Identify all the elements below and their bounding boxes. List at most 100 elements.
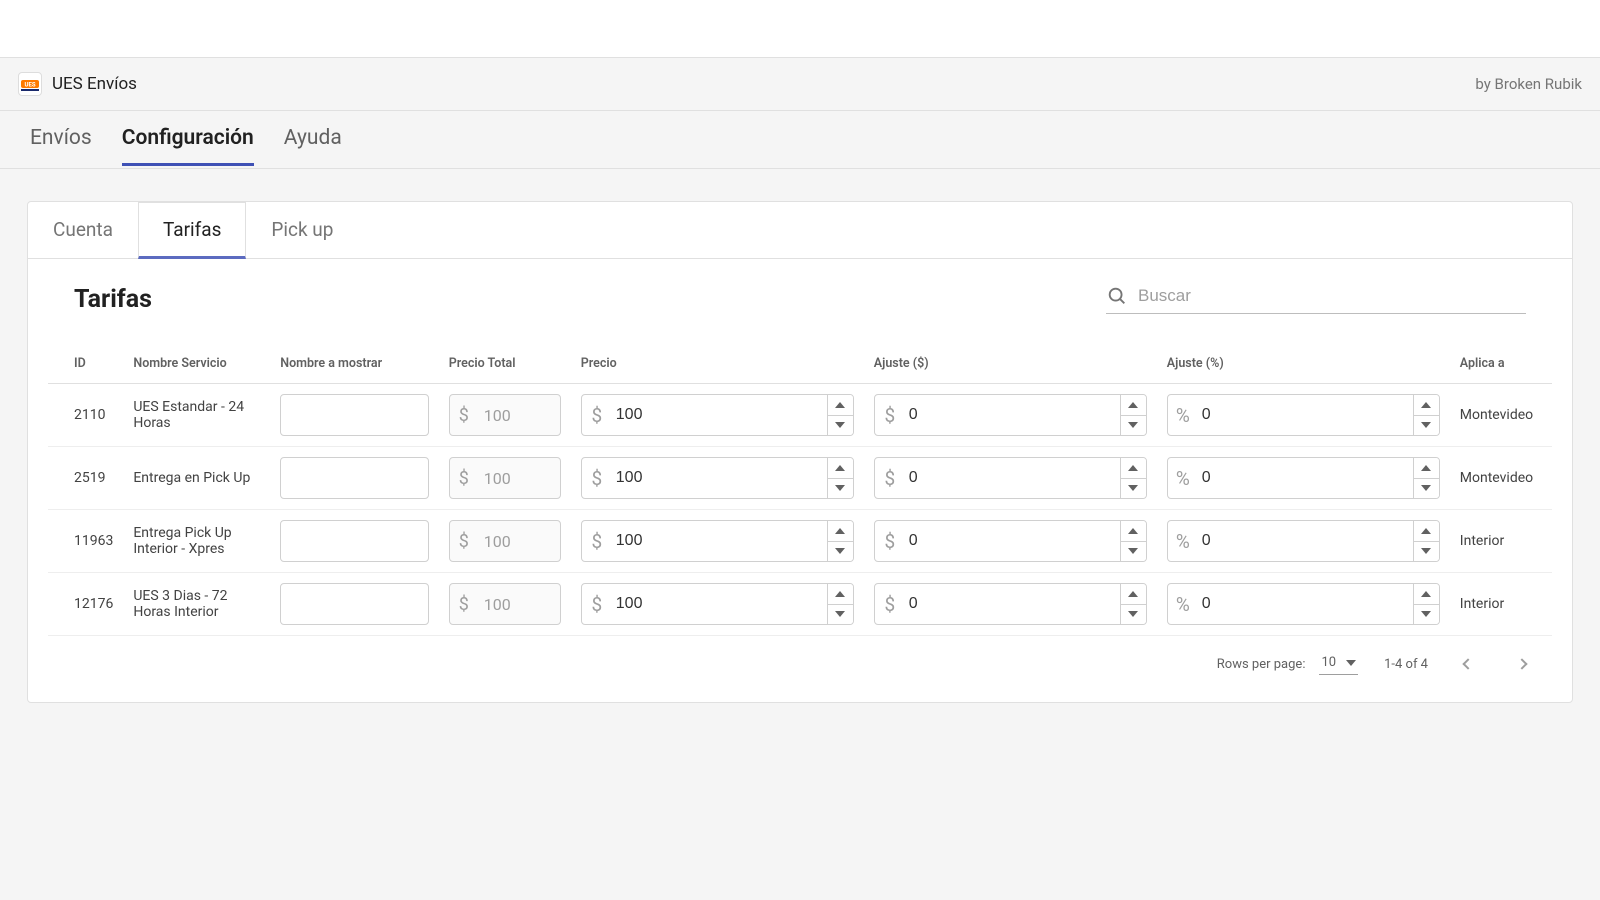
table-row: 11963 Entrega Pick Up Interior - Xpres $… — [48, 510, 1552, 573]
col-id: ID — [48, 344, 123, 384]
stepper-down-button[interactable] — [828, 479, 853, 499]
ajuste-abs-input[interactable] — [905, 395, 1120, 435]
app-logo: UES — [18, 72, 42, 96]
currency-icon: $ — [582, 584, 612, 624]
sub-tab-tarifas[interactable]: Tarifas — [138, 202, 246, 259]
stepper-up-button[interactable] — [1121, 584, 1146, 605]
col-display: Nombre a mostrar — [270, 344, 439, 384]
stepper-down-button[interactable] — [1414, 416, 1439, 436]
ajuste-abs-stepper[interactable]: $ — [874, 520, 1147, 562]
precio-input[interactable] — [612, 458, 827, 498]
ajuste-pct-input[interactable] — [1198, 395, 1413, 435]
cell-id: 2519 — [74, 470, 105, 486]
triangle-down-icon — [1128, 548, 1138, 554]
stepper-down-button[interactable] — [1121, 479, 1146, 499]
cell-aplica: Interior — [1460, 533, 1504, 549]
section-title: Tarifas — [74, 285, 152, 314]
sub-tabs: Cuenta Tarifas Pick up — [28, 202, 1572, 259]
rows-per-page-label: Rows per page: — [1217, 657, 1306, 672]
display-name-input[interactable] — [280, 457, 429, 499]
precio-total-value: 100 — [478, 469, 560, 488]
triangle-up-icon — [1421, 528, 1431, 534]
prev-page-button[interactable] — [1454, 650, 1482, 678]
ajuste-abs-input[interactable] — [905, 521, 1120, 561]
percent-icon: % — [1168, 395, 1198, 435]
ajuste-pct-input[interactable] — [1198, 521, 1413, 561]
ajuste-pct-stepper[interactable]: % — [1167, 583, 1440, 625]
vendor-label: by Broken Rubik — [1475, 75, 1582, 93]
sub-tab-pickup[interactable]: Pick up — [246, 202, 358, 259]
rows-per-page-value: 10 — [1321, 655, 1336, 670]
stepper-up-button[interactable] — [1121, 395, 1146, 416]
precio-stepper[interactable]: $ — [581, 457, 854, 499]
table-row: 2110 UES Estandar - 24 Horas $ 100 $ $ — [48, 384, 1552, 447]
stepper-up-button[interactable] — [1121, 521, 1146, 542]
stepper-up-button[interactable] — [1414, 395, 1439, 416]
stepper-up-button[interactable] — [828, 584, 853, 605]
currency-icon: $ — [450, 468, 478, 489]
stepper-up-button[interactable] — [828, 521, 853, 542]
stepper-down-button[interactable] — [1121, 416, 1146, 436]
table-header-row: ID Nombre Servicio Nombre a mostrar Prec… — [48, 344, 1552, 384]
stepper-down-button[interactable] — [828, 605, 853, 625]
currency-icon: $ — [875, 584, 905, 624]
triangle-down-icon — [1128, 611, 1138, 617]
precio-stepper[interactable]: $ — [581, 520, 854, 562]
stepper-up-button[interactable] — [1414, 584, 1439, 605]
chevron-right-icon — [1516, 658, 1527, 669]
precio-stepper[interactable]: $ — [581, 394, 854, 436]
ajuste-pct-stepper[interactable]: % — [1167, 457, 1440, 499]
settings-card: Cuenta Tarifas Pick up Tarifas ID Nombre… — [27, 201, 1573, 703]
stepper-down-button[interactable] — [1121, 605, 1146, 625]
stepper-down-button[interactable] — [828, 542, 853, 562]
search-field[interactable] — [1106, 285, 1526, 314]
stepper-up-button[interactable] — [1414, 521, 1439, 542]
ajuste-abs-stepper[interactable]: $ — [874, 457, 1147, 499]
ajuste-pct-input[interactable] — [1198, 584, 1413, 624]
display-name-input[interactable] — [280, 520, 429, 562]
search-input[interactable] — [1138, 286, 1526, 306]
precio-input[interactable] — [612, 521, 827, 561]
percent-icon: % — [1168, 458, 1198, 498]
ajuste-abs-stepper[interactable]: $ — [874, 583, 1147, 625]
main-tab-envios[interactable]: Envíos — [30, 113, 92, 166]
stepper-up-button[interactable] — [1121, 458, 1146, 479]
stepper-down-button[interactable] — [1414, 605, 1439, 625]
stepper-up-button[interactable] — [828, 395, 853, 416]
stepper-up-button[interactable] — [828, 458, 853, 479]
ajuste-pct-stepper[interactable]: % — [1167, 394, 1440, 436]
triangle-down-icon — [1128, 485, 1138, 491]
precio-stepper[interactable]: $ — [581, 583, 854, 625]
browser-window-spacer — [0, 0, 1600, 58]
stepper-down-button[interactable] — [1414, 542, 1439, 562]
cell-aplica: Montevideo — [1460, 470, 1533, 486]
triangle-down-icon — [1421, 485, 1431, 491]
triangle-down-icon — [1128, 422, 1138, 428]
main-tab-ayuda[interactable]: Ayuda — [284, 113, 342, 166]
stepper-up-button[interactable] — [1414, 458, 1439, 479]
cell-aplica: Montevideo — [1460, 407, 1533, 423]
main-tab-configuracion[interactable]: Configuración — [122, 113, 254, 166]
display-name-input[interactable] — [280, 583, 429, 625]
triangle-down-icon — [1421, 422, 1431, 428]
sub-tab-cuenta[interactable]: Cuenta — [28, 202, 138, 259]
currency-icon: $ — [450, 405, 478, 426]
precio-input[interactable] — [612, 584, 827, 624]
triangle-up-icon — [1128, 402, 1138, 408]
col-precio-total: Precio Total — [439, 344, 571, 384]
ajuste-abs-stepper[interactable]: $ — [874, 394, 1147, 436]
stepper-down-button[interactable] — [828, 416, 853, 436]
stepper-down-button[interactable] — [1121, 542, 1146, 562]
triangle-up-icon — [1128, 465, 1138, 471]
next-page-button[interactable] — [1508, 650, 1536, 678]
chevron-down-icon — [1346, 660, 1356, 666]
ajuste-pct-input[interactable] — [1198, 458, 1413, 498]
ajuste-pct-stepper[interactable]: % — [1167, 520, 1440, 562]
ajuste-abs-input[interactable] — [905, 584, 1120, 624]
table-row: 2519 Entrega en Pick Up $ 100 $ $ — [48, 447, 1552, 510]
ajuste-abs-input[interactable] — [905, 458, 1120, 498]
precio-input[interactable] — [612, 395, 827, 435]
rows-per-page-select[interactable]: 10 — [1319, 653, 1358, 675]
display-name-input[interactable] — [280, 394, 429, 436]
stepper-down-button[interactable] — [1414, 479, 1439, 499]
